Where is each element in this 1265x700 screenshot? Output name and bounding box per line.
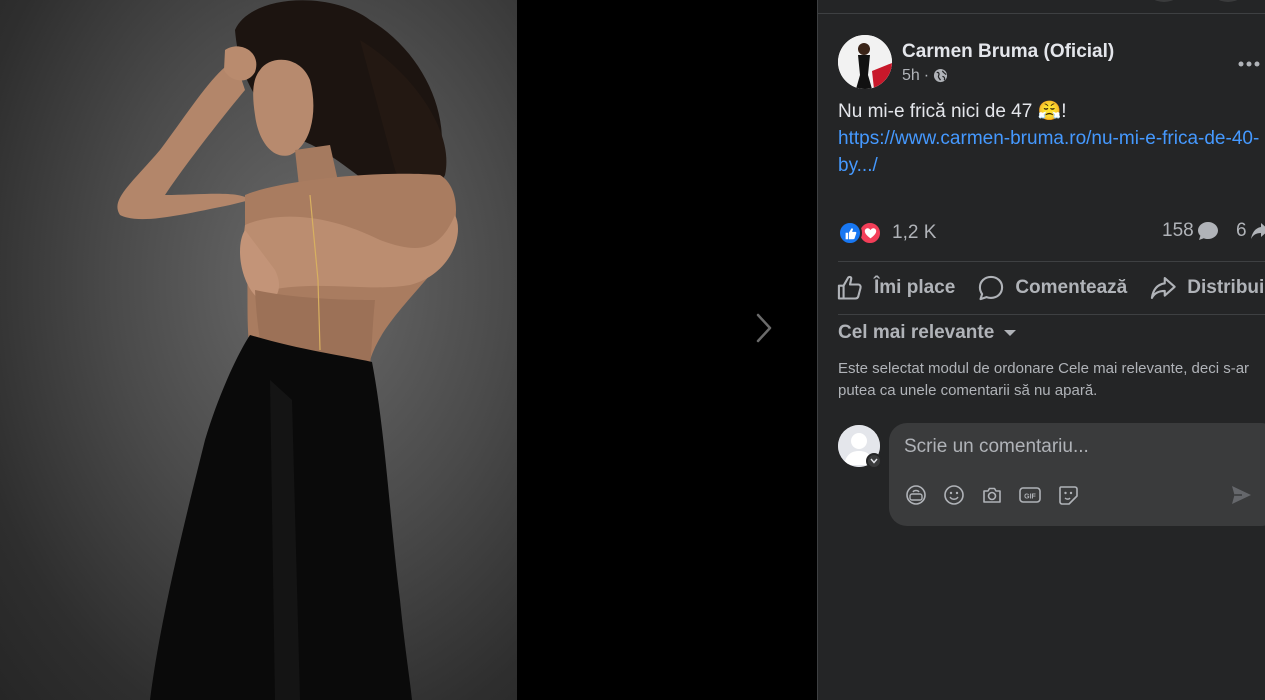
author-avatar-image (838, 35, 892, 89)
top-button-right[interactable] (1210, 0, 1246, 2)
emoji-button[interactable] (942, 483, 966, 507)
comment-icon (979, 275, 1004, 301)
post-photo[interactable] (0, 0, 517, 700)
globe-icon (934, 68, 948, 83)
camera-button[interactable] (980, 483, 1004, 507)
photo-illustration (117, 0, 458, 700)
more-options-button[interactable] (1238, 50, 1260, 73)
post-meta: 5h · (902, 67, 1114, 85)
reactions-divider (838, 261, 1265, 262)
chevron-down-icon (870, 458, 878, 464)
sort-note: Este selectat modul de ordonare Cele mai… (838, 360, 1250, 399)
avatar-sticker-button[interactable] (904, 483, 928, 507)
avatar-badge[interactable] (866, 453, 882, 469)
caret-down-icon (1004, 330, 1017, 336)
send-button[interactable] (1229, 483, 1253, 507)
post-actions: Îmi place Comentează Distribuie (836, 270, 1265, 306)
post-text: Nu mi-e frică nici de 47 😤! (838, 101, 1067, 122)
photo-viewer (0, 0, 817, 700)
next-photo-button[interactable] (744, 308, 784, 348)
sticker-button[interactable] (1056, 483, 1080, 507)
author-name[interactable]: Carmen Bruma (Oficial) (902, 40, 1114, 64)
more-icon (1238, 61, 1260, 67)
actions-divider (838, 314, 1265, 315)
top-button-left[interactable] (1146, 0, 1182, 2)
send-icon (1232, 486, 1251, 504)
post-panel: Carmen Bruma (Oficial) 5h · Nu mi-e fric… (817, 0, 1265, 700)
comments-count[interactable]: 158 (1162, 220, 1219, 242)
like-label: Îmi place (874, 277, 956, 298)
comment-input[interactable] (904, 433, 1244, 461)
comment-sort-dropdown[interactable]: Cel mai relevante (838, 322, 1018, 344)
post-body: Nu mi-e frică nici de 47 😤! https://www.… (838, 98, 1265, 179)
post-link[interactable]: https://www.carmen-bruma.ro/nu-mi-e-fric… (838, 125, 1265, 179)
share-arrow-icon (1250, 223, 1265, 239)
svg-text:GIF: GIF (1024, 494, 1036, 501)
panel-top-divider (818, 13, 1265, 14)
gif-button[interactable]: GIF (1018, 483, 1042, 507)
like-button[interactable]: Îmi place (836, 274, 955, 302)
avatar-sticker-icon (906, 485, 926, 505)
comments-count-value: 158 (1162, 220, 1194, 241)
reactions-bar: 1,2 K 158 6 (838, 218, 1265, 248)
author-avatar[interactable] (838, 35, 892, 89)
share-icon (1151, 277, 1176, 299)
post-header: Carmen Bruma (Oficial) 5h · (838, 35, 1114, 89)
share-label: Distribuie (1187, 277, 1265, 298)
reaction-count[interactable]: 1,2 K (892, 222, 936, 244)
comment-label: Comentează (1015, 277, 1128, 298)
like-reaction-icon (838, 221, 862, 245)
emoji-icon (944, 485, 964, 505)
post-time[interactable]: 5h (902, 67, 920, 85)
gif-icon: GIF (1019, 487, 1041, 503)
camera-icon (983, 487, 1001, 503)
sort-label: Cel mai relevante (838, 322, 995, 343)
comment-button[interactable]: Comentează (977, 274, 1127, 302)
comment-box: GIF (889, 423, 1265, 526)
reaction-icons[interactable] (838, 221, 882, 245)
thumbs-up-icon (837, 275, 862, 300)
shares-count[interactable]: 6 (1236, 220, 1265, 242)
comment-tools: GIF (904, 483, 1080, 507)
shares-count-value: 6 (1236, 220, 1247, 241)
share-button[interactable]: Distribuie (1149, 274, 1265, 302)
sticker-icon (1059, 486, 1078, 505)
comment-bubble-icon (1197, 222, 1218, 240)
meta-separator: · (923, 66, 930, 84)
chevron-right-icon (756, 313, 772, 343)
